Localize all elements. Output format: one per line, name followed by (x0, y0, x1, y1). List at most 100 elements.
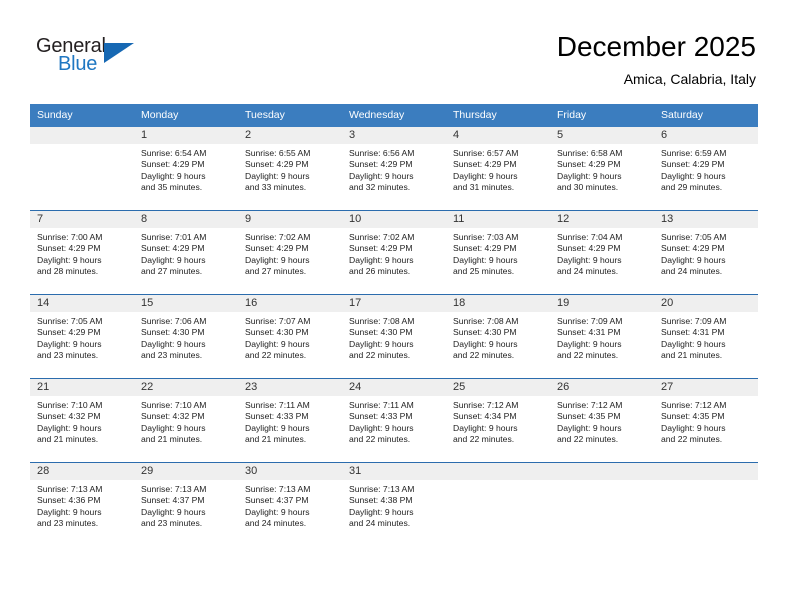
day-number: 30 (238, 463, 342, 480)
calendar-day-cell[interactable]: 6 Sunrise: 6:59 AM Sunset: 4:29 PM Daylig… (654, 127, 758, 211)
day-sun-info: Sunrise: 6:54 AM Sunset: 4:29 PM Dayligh… (141, 148, 207, 193)
calendar-day-cell[interactable]: 21 Sunrise: 7:10 AM Sunset: 4:32 PM Dayli… (30, 378, 134, 463)
calendar-day-cell[interactable]: 12 Sunrise: 7:04 AM Sunset: 4:29 PM Dayli… (550, 210, 654, 295)
day-sun-info (654, 480, 758, 484)
day-sun-info: Sunrise: 7:02 AM Sunset: 4:29 PM Dayligh… (245, 232, 311, 277)
calendar-day-cell[interactable]: 5 Sunrise: 6:58 AM Sunset: 4:29 PM Daylig… (550, 127, 654, 211)
day-sun-info: Sunrise: 7:02 AM Sunset: 4:29 PM Dayligh… (349, 232, 415, 277)
calendar-day-cell[interactable]: 27 Sunrise: 7:12 AM Sunset: 4:35 PM Dayli… (654, 378, 758, 463)
calendar-day-cell[interactable]: 19 Sunrise: 7:09 AM Sunset: 4:31 PM Dayli… (550, 294, 654, 379)
weekday-header-friday: Friday (550, 104, 654, 127)
calendar-week-row: 14 Sunrise: 7:05 AM Sunset: 4:29 PM Dayli… (30, 294, 758, 379)
day-number: 1 (134, 127, 238, 144)
day-sun-info (446, 480, 550, 484)
day-number: 24 (342, 379, 446, 396)
day-number: 22 (134, 379, 238, 396)
calendar-day-cell[interactable]: 16 Sunrise: 7:07 AM Sunset: 4:30 PM Dayli… (238, 294, 342, 379)
day-sun-info (30, 144, 134, 148)
calendar-day-cell[interactable]: 7 Sunrise: 7:00 AM Sunset: 4:29 PM Daylig… (30, 210, 134, 295)
day-number: 18 (446, 295, 550, 312)
calendar-day-cell[interactable]: 23 Sunrise: 7:11 AM Sunset: 4:33 PM Dayli… (238, 378, 342, 463)
calendar-day-cell[interactable]: 30 Sunrise: 7:13 AM Sunset: 4:37 PM Dayli… (238, 462, 342, 546)
calendar-week-row: 28 Sunrise: 7:13 AM Sunset: 4:36 PM Dayli… (30, 462, 758, 546)
day-sun-info: Sunrise: 7:11 AM Sunset: 4:33 PM Dayligh… (349, 400, 414, 445)
calendar-week-row: 21 Sunrise: 7:10 AM Sunset: 4:32 PM Dayli… (30, 378, 758, 463)
day-number: 21 (30, 379, 134, 396)
day-sun-info: Sunrise: 7:01 AM Sunset: 4:29 PM Dayligh… (141, 232, 207, 277)
day-sun-info: Sunrise: 7:00 AM Sunset: 4:29 PM Dayligh… (37, 232, 103, 277)
day-sun-info: Sunrise: 7:12 AM Sunset: 4:34 PM Dayligh… (453, 400, 519, 445)
calendar-day-cell[interactable]: 3 Sunrise: 6:56 AM Sunset: 4:29 PM Daylig… (342, 127, 446, 211)
weekday-header-monday: Monday (134, 104, 238, 127)
day-number: 29 (134, 463, 238, 480)
calendar-day-cell[interactable]: 13 Sunrise: 7:05 AM Sunset: 4:29 PM Dayli… (654, 210, 758, 295)
day-number: 2 (238, 127, 342, 144)
weekday-header-thursday: Thursday (446, 104, 550, 127)
day-number: 8 (134, 211, 238, 228)
day-sun-info: Sunrise: 7:13 AM Sunset: 4:38 PM Dayligh… (349, 484, 415, 529)
calendar-day-cell[interactable]: 17 Sunrise: 7:08 AM Sunset: 4:30 PM Dayli… (342, 294, 446, 379)
day-sun-info: Sunrise: 6:56 AM Sunset: 4:29 PM Dayligh… (349, 148, 415, 193)
calendar-day-cell[interactable]: 14 Sunrise: 7:05 AM Sunset: 4:29 PM Dayli… (30, 294, 134, 379)
day-sun-info: Sunrise: 6:57 AM Sunset: 4:29 PM Dayligh… (453, 148, 519, 193)
weekday-header-sunday: Sunday (30, 104, 134, 127)
calendar-day-cell[interactable]: 24 Sunrise: 7:11 AM Sunset: 4:33 PM Dayli… (342, 378, 446, 463)
page-title: December 2025 (556, 31, 756, 62)
calendar-day-cell-empty (550, 462, 654, 546)
calendar-day-cell[interactable]: 26 Sunrise: 7:12 AM Sunset: 4:35 PM Dayli… (550, 378, 654, 463)
day-number: 7 (30, 211, 134, 228)
weekday-header-tuesday: Tuesday (238, 104, 342, 127)
day-number: 14 (30, 295, 134, 312)
day-sun-info: Sunrise: 7:13 AM Sunset: 4:36 PM Dayligh… (37, 484, 103, 529)
day-number: 28 (30, 463, 134, 480)
weekday-header-row: Sunday Monday Tuesday Wednesday Thursday… (30, 104, 758, 127)
calendar-day-cell[interactable]: 11 Sunrise: 7:03 AM Sunset: 4:29 PM Dayli… (446, 210, 550, 295)
triangle-icon (104, 43, 134, 63)
calendar-day-cell[interactable]: 20 Sunrise: 7:09 AM Sunset: 4:31 PM Dayli… (654, 294, 758, 379)
day-sun-info: Sunrise: 7:10 AM Sunset: 4:32 PM Dayligh… (141, 400, 207, 445)
calendar-day-cell[interactable]: 22 Sunrise: 7:10 AM Sunset: 4:32 PM Dayli… (134, 378, 238, 463)
calendar-day-cell[interactable]: 10 Sunrise: 7:02 AM Sunset: 4:29 PM Dayli… (342, 210, 446, 295)
day-sun-info: Sunrise: 7:09 AM Sunset: 4:31 PM Dayligh… (557, 316, 623, 361)
calendar-day-cell[interactable]: 15 Sunrise: 7:06 AM Sunset: 4:30 PM Dayli… (134, 294, 238, 379)
day-number: 4 (446, 127, 550, 144)
day-sun-info: Sunrise: 7:08 AM Sunset: 4:30 PM Dayligh… (349, 316, 415, 361)
calendar-day-cell-empty (446, 462, 550, 546)
calendar-day-cell[interactable]: 25 Sunrise: 7:12 AM Sunset: 4:34 PM Dayli… (446, 378, 550, 463)
day-number: 31 (342, 463, 446, 480)
day-sun-info: Sunrise: 7:10 AM Sunset: 4:32 PM Dayligh… (37, 400, 103, 445)
day-sun-info: Sunrise: 7:09 AM Sunset: 4:31 PM Dayligh… (661, 316, 727, 361)
day-number: 17 (342, 295, 446, 312)
day-number: 10 (342, 211, 446, 228)
day-number: 19 (550, 295, 654, 312)
weekday-header-wednesday: Wednesday (342, 104, 446, 127)
day-number (446, 463, 550, 480)
day-sun-info: Sunrise: 7:13 AM Sunset: 4:37 PM Dayligh… (245, 484, 311, 529)
calendar-day-cell[interactable]: 31 Sunrise: 7:13 AM Sunset: 4:38 PM Dayli… (342, 462, 446, 546)
calendar-day-cell[interactable]: 1 Sunrise: 6:54 AM Sunset: 4:29 PM Daylig… (134, 127, 238, 211)
logo-text-blue: Blue (58, 53, 98, 75)
day-sun-info: Sunrise: 7:06 AM Sunset: 4:30 PM Dayligh… (141, 316, 207, 361)
calendar-day-cell[interactable]: 29 Sunrise: 7:13 AM Sunset: 4:37 PM Dayli… (134, 462, 238, 546)
day-sun-info (550, 480, 654, 484)
title-block: December 2025 Amica, Calabria, Italy (557, 30, 756, 88)
calendar-day-cell[interactable]: 28 Sunrise: 7:13 AM Sunset: 4:36 PM Dayli… (30, 462, 134, 546)
calendar-day-cell[interactable]: 18 Sunrise: 7:08 AM Sunset: 4:30 PM Dayli… (446, 294, 550, 379)
calendar-day-cell-empty (654, 462, 758, 546)
weekday-header-saturday: Saturday (654, 104, 758, 127)
calendar-body: 1 Sunrise: 6:54 AM Sunset: 4:29 PM Daylig… (30, 127, 758, 546)
day-sun-info: Sunrise: 7:12 AM Sunset: 4:35 PM Dayligh… (557, 400, 623, 445)
day-number (550, 463, 654, 480)
calendar-page: General Blue December 2025 Amica, Calabr… (0, 0, 792, 612)
day-sun-info: Sunrise: 7:03 AM Sunset: 4:29 PM Dayligh… (453, 232, 519, 277)
day-number: 5 (550, 127, 654, 144)
calendar-day-cell[interactable]: 9 Sunrise: 7:02 AM Sunset: 4:29 PM Daylig… (238, 210, 342, 295)
day-sun-info: Sunrise: 7:12 AM Sunset: 4:35 PM Dayligh… (661, 400, 727, 445)
day-number: 3 (342, 127, 446, 144)
calendar-day-cell[interactable]: 2 Sunrise: 6:55 AM Sunset: 4:29 PM Daylig… (238, 127, 342, 211)
general-blue-logo: General Blue (36, 35, 146, 85)
calendar-day-cell[interactable]: 4 Sunrise: 6:57 AM Sunset: 4:29 PM Daylig… (446, 127, 550, 211)
calendar-day-cell[interactable]: 8 Sunrise: 7:01 AM Sunset: 4:29 PM Daylig… (134, 210, 238, 295)
day-sun-info: Sunrise: 7:13 AM Sunset: 4:37 PM Dayligh… (141, 484, 207, 529)
day-number: 15 (134, 295, 238, 312)
